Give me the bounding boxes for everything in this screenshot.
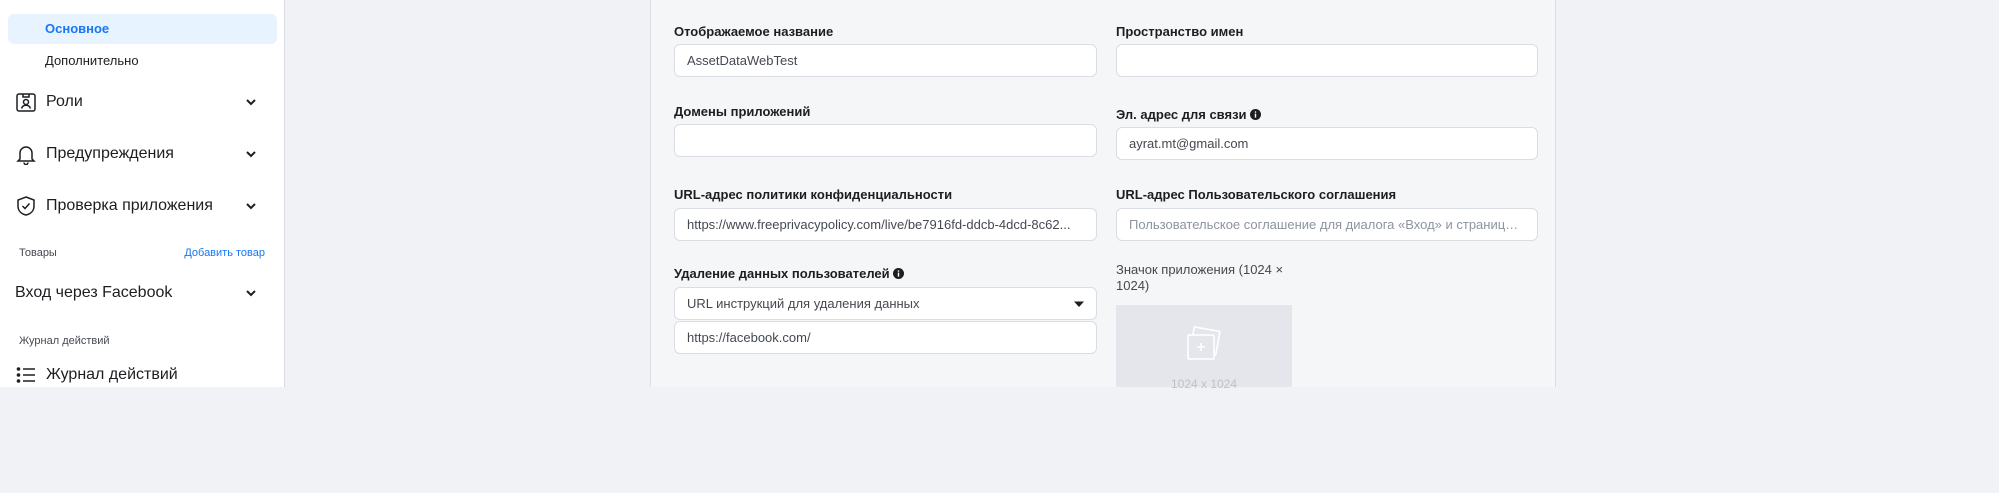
sidebar-item-activity-log[interactable]: Журнал действий — [15, 362, 265, 388]
app-domains-field[interactable] — [674, 124, 1097, 157]
data-deletion-select-value: URL инструкций для удаления данных — [687, 296, 920, 311]
info-icon[interactable] — [892, 268, 904, 279]
sidebar-item-roles[interactable]: Роли — [15, 89, 265, 115]
data-deletion-select[interactable]: URL инструкций для удаления данных — [674, 287, 1097, 320]
roles-badge-icon — [15, 91, 37, 113]
info-icon[interactable] — [1249, 109, 1261, 120]
data-deletion-label: Удаление данных пользователей — [674, 266, 904, 281]
app-icon-dimensions: 1024 x 1024 — [1170, 377, 1238, 391]
terms-url-label: URL-адрес Пользовательского соглашения — [1116, 187, 1397, 202]
data-deletion-label-text: Удаление данных пользователей — [674, 266, 890, 281]
sidebar-item-label: Вход через Facebook — [15, 284, 173, 301]
contact-email-label-text: Эл. адрес для связи — [1116, 107, 1247, 122]
namespace-field[interactable] — [1116, 44, 1538, 77]
products-caption: Товары — [19, 247, 57, 259]
sidebar-item-label: Предупреждения — [46, 145, 174, 162]
sidebar-item-advanced[interactable]: Дополнительно — [8, 46, 277, 76]
privacy-policy-url-label: URL-адрес политики конфиденциальности — [674, 187, 953, 202]
sidebar-item-basic[interactable]: Основное — [8, 14, 277, 44]
app-icon-upload[interactable]: 1024 x 1024 — [1116, 305, 1292, 391]
contact-email-field[interactable]: ayrat.mt@gmail.com — [1116, 127, 1538, 160]
caret-down-icon — [1074, 299, 1084, 309]
app-icon-label: Значок приложения (1024 × 1024) — [1116, 262, 1284, 293]
activity-caption: Журнал действий — [19, 335, 110, 347]
namespace-label: Пространство имен — [1116, 24, 1244, 39]
sidebar-item-app-review[interactable]: Проверка приложения — [15, 193, 265, 219]
image-placeholder-icon — [1182, 325, 1226, 365]
basic-settings-card: Отображаемое название AssetDataWebTest П… — [650, 0, 1556, 391]
app-domains-label: Домены приложений — [674, 104, 811, 119]
terms-url-field[interactable]: Пользовательское соглашение для диалога … — [1116, 208, 1538, 241]
display-name-field[interactable]: AssetDataWebTest — [674, 44, 1097, 77]
bell-icon — [15, 143, 37, 165]
chevron-down-icon[interactable] — [245, 96, 257, 108]
data-deletion-url-field[interactable]: https://facebook.com/ — [674, 321, 1097, 354]
chevron-down-icon[interactable] — [245, 287, 257, 299]
sidebar-item-label: Роли — [46, 93, 83, 110]
sidebar-item-alerts[interactable]: Предупреждения — [15, 141, 265, 167]
contact-email-label: Эл. адрес для связи — [1116, 107, 1261, 122]
sidebar-item-label: Журнал действий — [46, 366, 178, 383]
chevron-down-icon[interactable] — [245, 200, 257, 212]
sidebar-item-facebook-login[interactable]: Вход через Facebook — [15, 280, 265, 306]
chevron-down-icon[interactable] — [245, 148, 257, 160]
sidebar-item-label: Проверка приложения — [46, 197, 213, 214]
privacy-policy-url-field[interactable]: https://www.freeprivacypolicy.com/live/b… — [674, 208, 1097, 241]
shield-check-icon — [15, 195, 37, 217]
sidebar: Основное Дополнительно Роли Предупрежден… — [0, 0, 285, 387]
display-name-label: Отображаемое название — [674, 24, 834, 39]
list-icon — [15, 364, 37, 386]
add-product-link[interactable]: Добавить товар — [184, 247, 265, 259]
